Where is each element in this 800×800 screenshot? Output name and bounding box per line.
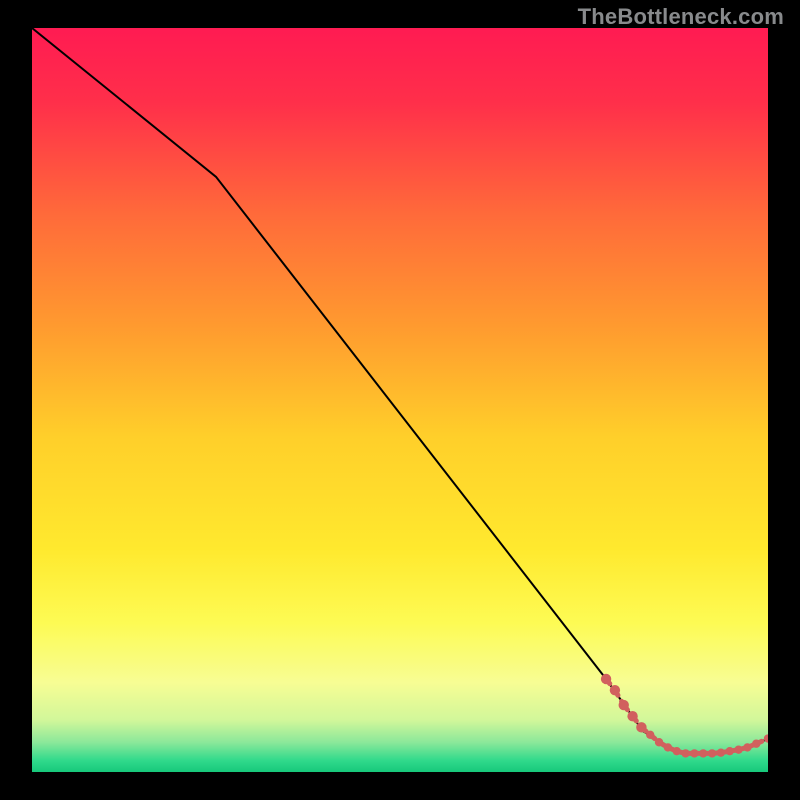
data-dot: [717, 748, 725, 756]
data-dot: [743, 743, 751, 751]
watermark-text: TheBottleneck.com: [578, 4, 784, 30]
data-dot: [690, 749, 698, 757]
data-dot: [619, 700, 629, 710]
chart-container: TheBottleneck.com: [0, 0, 800, 800]
chart-svg: [32, 28, 768, 772]
data-dot: [610, 685, 620, 695]
plot-area: [32, 28, 768, 772]
data-dot: [646, 731, 654, 739]
data-dot: [734, 745, 742, 753]
data-dot: [699, 749, 707, 757]
data-dot: [726, 747, 734, 755]
data-dot: [636, 722, 646, 732]
gradient-background: [32, 28, 768, 772]
data-dot: [655, 738, 663, 746]
data-dot: [627, 711, 637, 721]
data-dot: [752, 740, 760, 748]
data-dot: [601, 674, 611, 684]
data-dot: [708, 749, 716, 757]
data-dot: [681, 749, 689, 757]
data-dot: [664, 743, 672, 751]
data-dot: [673, 747, 681, 755]
